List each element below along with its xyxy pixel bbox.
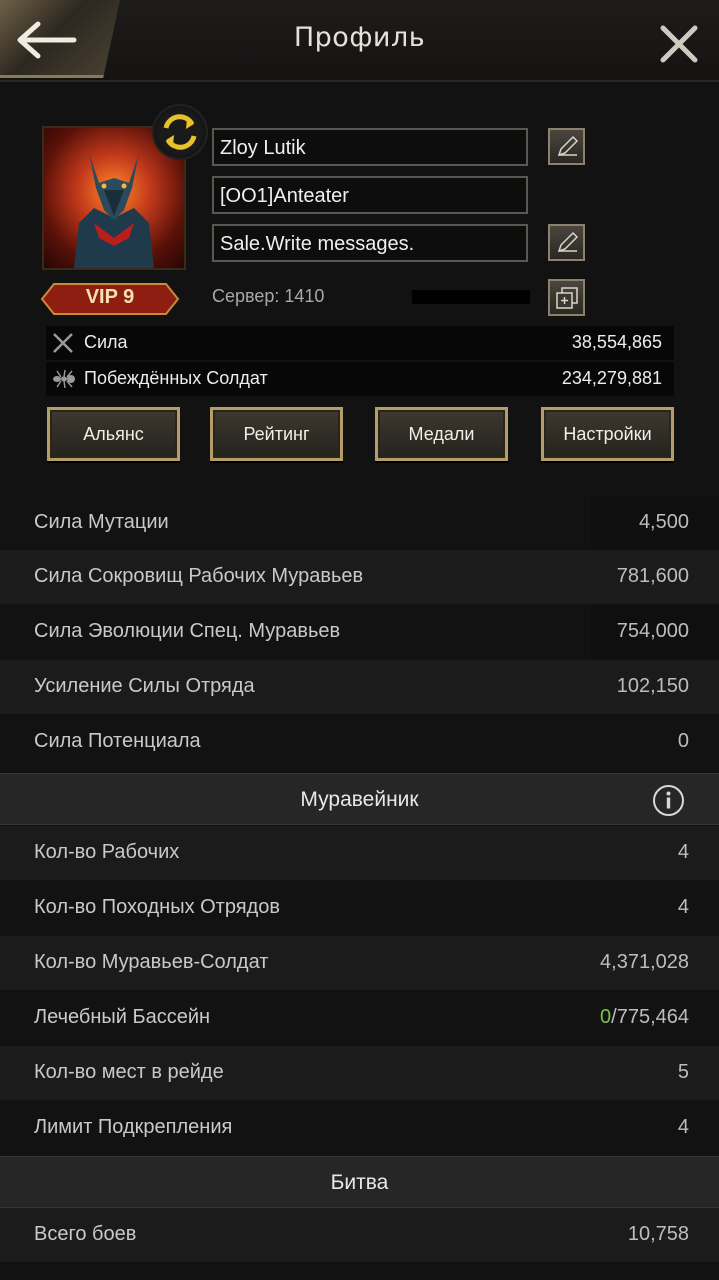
pen-icon bbox=[557, 135, 579, 157]
edit-signature-button[interactable] bbox=[548, 224, 585, 261]
partially-hidden-row bbox=[0, 470, 719, 498]
ranking-button[interactable]: Рейтинг bbox=[210, 407, 343, 461]
list-item: Кол-во мест в рейде 5 bbox=[0, 1046, 719, 1100]
list-item: Лечебный Бассейн 0/775,464 bbox=[34, 1006, 689, 1028]
section-title: Битва bbox=[330, 1171, 389, 1194]
list-item: Усиление Силы Отряда 102,150 bbox=[0, 660, 719, 714]
section-title: Муравейник bbox=[300, 788, 419, 811]
defeated-soldiers-row: Побеждённых Солдат 234,279,881 bbox=[46, 362, 674, 396]
signature-field[interactable]: Sale.Write messages. bbox=[212, 224, 528, 262]
power-row: Сила 38,554,865 bbox=[46, 326, 674, 360]
list-item: Кол-во Рабочих 4 bbox=[0, 826, 719, 880]
power-value: 38,554,865 bbox=[571, 332, 662, 352]
server-label: Сервер: 1410 bbox=[212, 286, 325, 306]
edit-name-button[interactable] bbox=[548, 128, 585, 165]
list-item: Сила Сокровищ Рабочих Муравьев 781,600 bbox=[0, 550, 719, 604]
hospital-capacity: 0/775,464 bbox=[600, 1006, 689, 1028]
section-header-battle: Битва bbox=[0, 1156, 719, 1208]
list-item: Лимит Подкрепления 4 bbox=[34, 1116, 689, 1138]
list-item: Кол-во Походных Отрядов 4 bbox=[34, 896, 689, 918]
page-title: Профиль bbox=[293, 22, 426, 53]
swap-icon bbox=[163, 114, 197, 150]
alliance-tag-field: [OO1]Anteater bbox=[212, 176, 528, 214]
list-item-partial bbox=[0, 1263, 719, 1280]
pen-icon bbox=[557, 231, 579, 253]
close-icon bbox=[660, 25, 698, 63]
medals-button[interactable]: Медали bbox=[375, 407, 508, 461]
list-item: Сила Эволюции Спец. Муравьев 754,000 bbox=[0, 605, 719, 659]
close-button[interactable] bbox=[659, 24, 699, 64]
list-item: Всего боев 10,758 bbox=[0, 1208, 719, 1262]
list-item: Сила Потенциала 0 bbox=[34, 730, 689, 752]
list-item: Кол-во Муравьев-Солдат 4,371,028 bbox=[0, 936, 719, 990]
redacted-text bbox=[412, 290, 530, 304]
defeated-soldiers-value: 234,279,881 bbox=[561, 368, 662, 388]
player-name-field[interactable]: Zloy Lutik bbox=[212, 128, 528, 166]
top-bar: Профиль bbox=[0, 0, 719, 82]
change-avatar-button[interactable] bbox=[152, 104, 208, 160]
vip-badge[interactable]: VIP 9 bbox=[40, 282, 180, 316]
info-icon[interactable] bbox=[652, 784, 685, 817]
settings-button[interactable]: Настройки bbox=[541, 407, 674, 461]
vip-level: VIP 9 bbox=[85, 286, 135, 308]
section-header-anthill: Муравейник bbox=[0, 773, 719, 825]
defeated-soldiers-label: Побеждённых Солдат bbox=[84, 368, 268, 388]
ant-icon bbox=[53, 369, 75, 389]
stats-list[interactable]: Сила Мутации 4,500 Сила Сокровищ Рабочих… bbox=[0, 470, 719, 1280]
copy-icon bbox=[556, 287, 578, 309]
copy-button[interactable] bbox=[548, 279, 585, 316]
list-item: Сила Мутации 4,500 bbox=[0, 496, 719, 550]
power-label: Сила bbox=[84, 332, 128, 352]
crossed-swords-icon bbox=[53, 333, 73, 353]
alliance-button[interactable]: Альянс bbox=[47, 407, 180, 461]
